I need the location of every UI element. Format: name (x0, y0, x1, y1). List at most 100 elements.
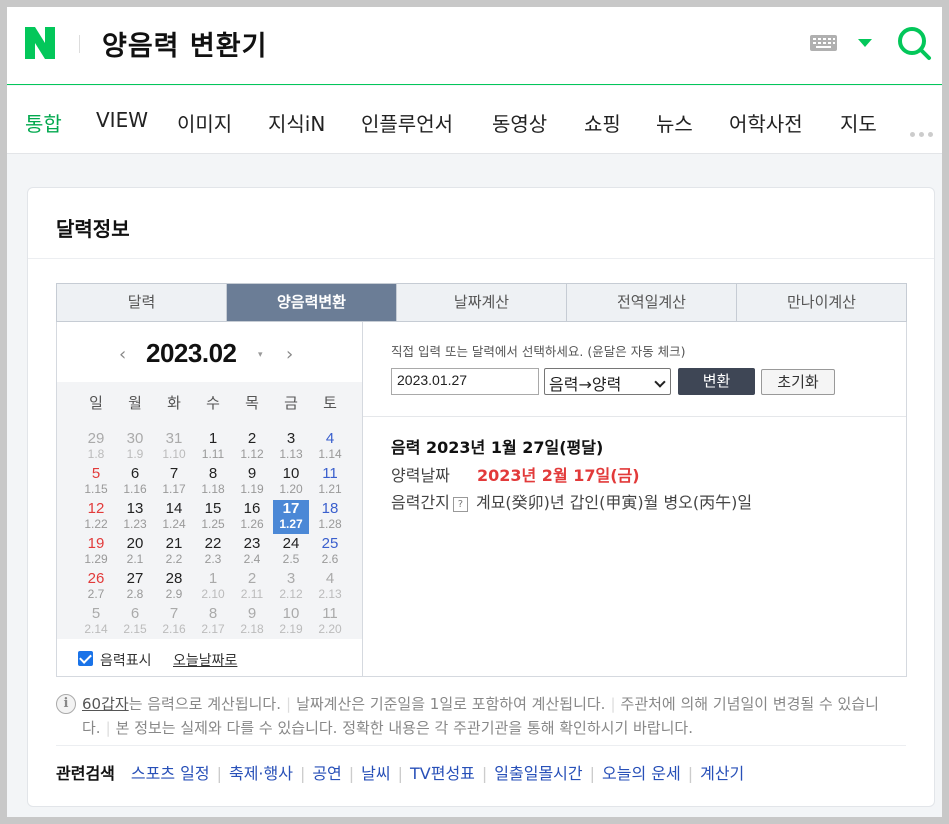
calendar-day-cell[interactable]: 21 2.2 (156, 535, 192, 569)
calendar-day-cell[interactable]: 31 1.10 (156, 430, 192, 464)
calendar-day-cell[interactable]: 16 1.26 (234, 500, 270, 534)
tab-images[interactable]: 이미지 (177, 108, 232, 137)
related-link-weather[interactable]: 날씨 (361, 764, 390, 783)
tab-dictionary[interactable]: 어학사전 (729, 108, 803, 137)
calendar-day-cell[interactable]: 26 2.7 (78, 570, 114, 604)
search-query[interactable]: 양음력 변환기 (102, 24, 267, 63)
calendar-day-cell[interactable]: 3 1.13 (273, 430, 309, 464)
calendar-day-cell[interactable]: 1 1.11 (195, 430, 231, 464)
show-lunar-checkbox[interactable] (78, 651, 93, 666)
lunar-day: 1.23 (123, 517, 147, 531)
tab-lunar-converter[interactable]: 양음력변환 (227, 284, 397, 321)
more-tabs-icon[interactable] (910, 122, 937, 141)
calendar-day-cell[interactable]: 7 2.16 (156, 605, 192, 639)
solar-day: 12 (87, 500, 105, 517)
calendar-day-cell[interactable]: 30 1.9 (117, 430, 153, 464)
lunar-day: 2.11 (240, 587, 264, 601)
calendar-day-cell[interactable]: 17 1.27 (273, 500, 309, 534)
date-input[interactable]: 2023.01.27 (391, 368, 539, 395)
search-icon[interactable] (896, 25, 932, 61)
tab-calendar[interactable]: 달력 (57, 284, 227, 321)
related-link-sports[interactable]: 스포츠 일정 (131, 764, 210, 783)
tab-all[interactable]: 통합 (25, 108, 62, 137)
lunar-day: 2.3 (204, 552, 222, 566)
next-month-icon[interactable]: › (286, 344, 293, 365)
calendar-day-cell[interactable]: 9 1.19 (234, 465, 270, 499)
related-link-fortune[interactable]: 오늘의 운세 (602, 764, 681, 783)
calendar-day-cell[interactable]: 6 2.15 (117, 605, 153, 639)
calendar-day-cell[interactable]: 13 1.23 (117, 500, 153, 534)
tab-shopping[interactable]: 쇼핑 (584, 108, 621, 137)
calendar-day-cell[interactable]: 23 2.4 (234, 535, 270, 569)
result-lunar-date: 음력 2023년 1월 27일(평달) (391, 438, 604, 457)
calendar-day-cell[interactable]: 7 1.17 (156, 465, 192, 499)
calendar-day-cell[interactable]: 2 1.12 (234, 430, 270, 464)
related-link-performance[interactable]: 공연 (312, 764, 341, 783)
calendar-day-cell[interactable]: 8 2.17 (195, 605, 231, 639)
calendar-day-cell[interactable]: 5 2.14 (78, 605, 114, 639)
tab-influencer[interactable]: 인플루언서 (361, 108, 453, 137)
calendar-day-cell[interactable]: 27 2.8 (117, 570, 153, 604)
calendar-day-cell[interactable]: 8 1.18 (195, 465, 231, 499)
solar-day: 20 (126, 535, 144, 552)
calendar-day-cell[interactable]: 4 1.14 (312, 430, 348, 464)
lunar-day: 1.24 (162, 517, 186, 531)
calendar-day-cell[interactable]: 15 1.25 (195, 500, 231, 534)
tab-date-calc[interactable]: 날짜계산 (397, 284, 567, 321)
calendar-day-cell[interactable]: 5 1.15 (78, 465, 114, 499)
conversion-mode-value: 음력→양력 (549, 375, 622, 394)
go-today-link[interactable]: 오늘날짜로 (173, 650, 237, 670)
convert-button[interactable]: 변환 (678, 368, 755, 395)
sexagenary-link[interactable]: 60갑자 (82, 695, 129, 713)
help-icon[interactable]: ? (452, 497, 468, 512)
related-link-calculator[interactable]: 계산기 (700, 764, 744, 783)
calendar-day-cell[interactable]: 19 1.29 (78, 535, 114, 569)
calendar-day-cell[interactable]: 6 1.16 (117, 465, 153, 499)
tab-video[interactable]: 동영상 (492, 108, 547, 137)
calendar-day-cell[interactable]: 12 1.22 (78, 500, 114, 534)
related-divider (56, 745, 906, 746)
show-lunar-label[interactable]: 음력표시 (100, 650, 152, 670)
calendar-day-cell[interactable]: 22 2.3 (195, 535, 231, 569)
calendar-day-cell[interactable]: 4 2.13 (312, 570, 348, 604)
calendar-day-cell[interactable]: 3 2.12 (273, 570, 309, 604)
related-link-festival[interactable]: 축제·행사 (229, 764, 293, 783)
solar-day: 2 (247, 570, 257, 587)
lunar-day: 2.9 (165, 587, 183, 601)
reset-button[interactable]: 초기화 (761, 369, 835, 395)
tab-kin[interactable]: 지식iN (268, 108, 325, 137)
tab-map[interactable]: 지도 (840, 108, 877, 137)
calendar-day-cell[interactable]: 20 2.1 (117, 535, 153, 569)
note-separator: | (610, 695, 616, 713)
calendar-day-cell[interactable]: 9 2.18 (234, 605, 270, 639)
related-link-sunrise[interactable]: 일출일몰시간 (494, 764, 582, 783)
calendar-day-cell[interactable]: 29 1.8 (78, 430, 114, 464)
weekday-header: 금 (284, 394, 298, 412)
calendar-day-cell[interactable]: 2 2.11 (234, 570, 270, 604)
weekday-header: 수 (206, 394, 220, 412)
prev-month-icon[interactable]: ‹ (119, 344, 126, 365)
calendar-month[interactable]: 2023.02 (146, 338, 237, 369)
calendar-day-cell[interactable]: 10 2.19 (273, 605, 309, 639)
keyboard-icon[interactable] (810, 35, 837, 51)
conversion-mode-select[interactable]: 음력→양력 (544, 368, 671, 395)
calendar-day-cell[interactable]: 10 1.20 (273, 465, 309, 499)
lunar-day: 2.1 (126, 552, 144, 566)
naver-logo[interactable] (25, 27, 55, 59)
tab-discharge-calc[interactable]: 전역일계산 (567, 284, 737, 321)
calendar-day-cell[interactable]: 14 1.24 (156, 500, 192, 534)
tab-view[interactable]: VIEW (96, 108, 148, 132)
calendar-day-cell[interactable]: 11 1.21 (312, 465, 348, 499)
month-dropdown-icon[interactable]: ▾ (258, 350, 263, 360)
related-separator: | (481, 764, 488, 783)
tab-news[interactable]: 뉴스 (656, 108, 693, 137)
related-link-tv[interactable]: TV편성표 (410, 764, 475, 783)
calendar-day-cell[interactable]: 11 2.20 (312, 605, 348, 639)
autocomplete-toggle-icon[interactable] (858, 39, 872, 47)
tab-age-calc[interactable]: 만나이계산 (737, 284, 906, 321)
calendar-day-cell[interactable]: 28 2.9 (156, 570, 192, 604)
calendar-day-cell[interactable]: 18 1.28 (312, 500, 348, 534)
calendar-day-cell[interactable]: 25 2.6 (312, 535, 348, 569)
calendar-day-cell[interactable]: 24 2.5 (273, 535, 309, 569)
calendar-day-cell[interactable]: 1 2.10 (195, 570, 231, 604)
